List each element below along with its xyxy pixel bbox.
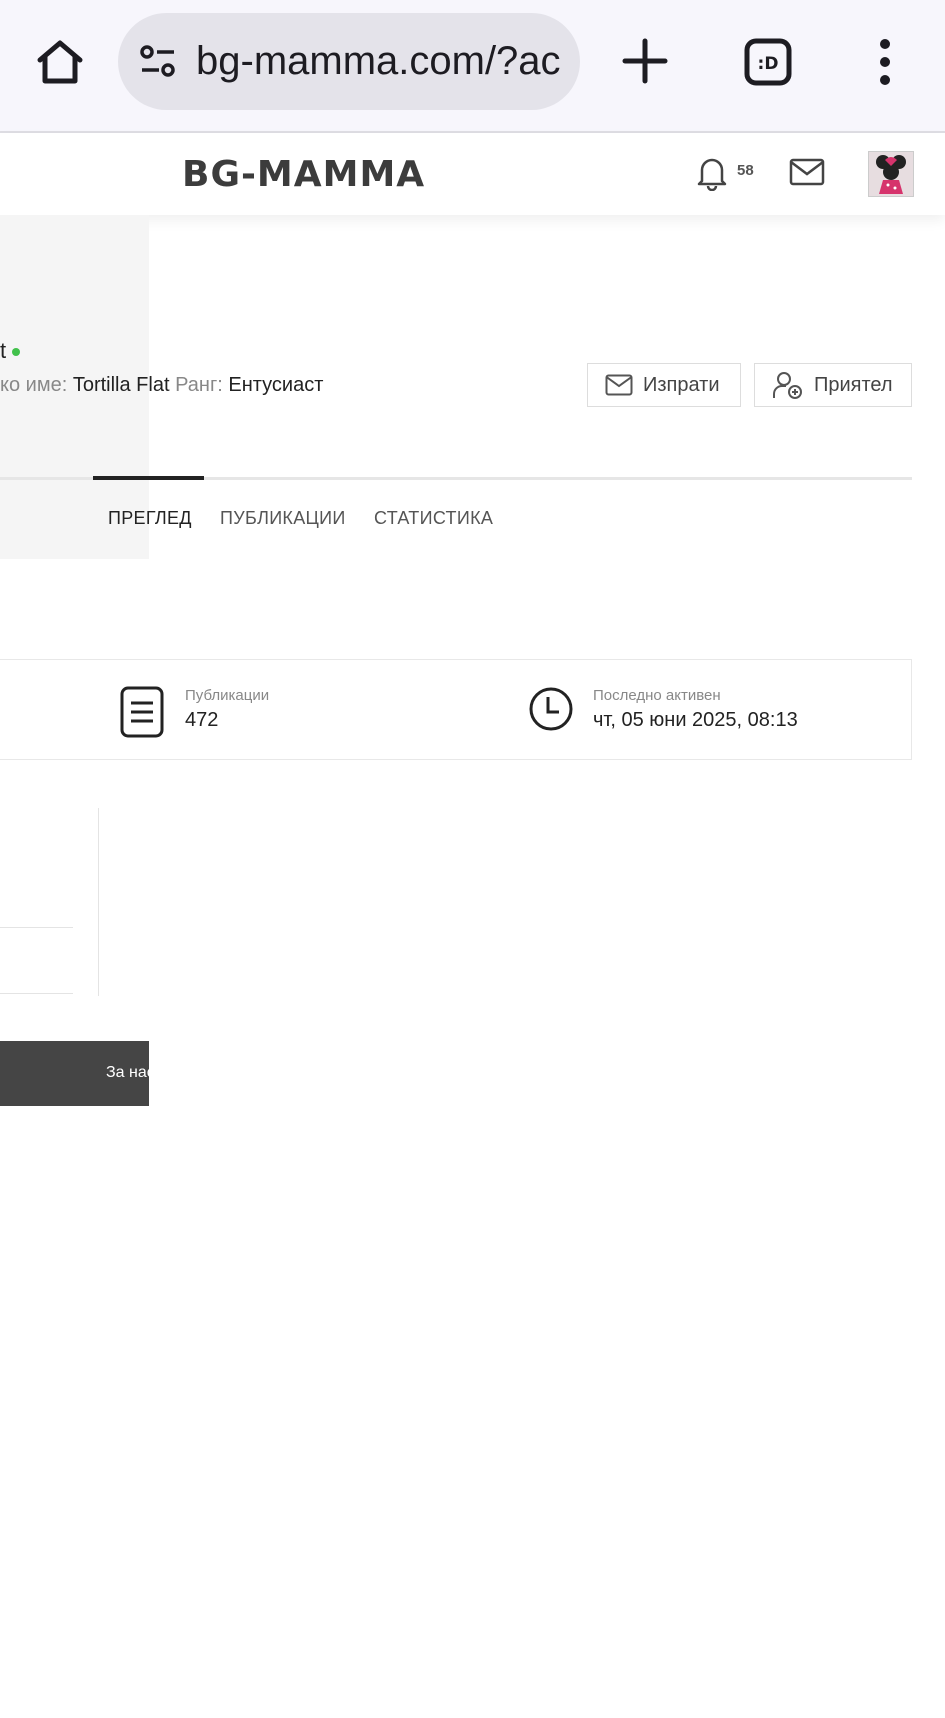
content-divider [98, 808, 99, 996]
tab-overview[interactable]: ПРЕГЛЕД [108, 508, 192, 529]
messages-icon[interactable] [789, 158, 825, 186]
more-menu-icon[interactable] [870, 38, 900, 86]
svg-text::D: :D [758, 54, 779, 74]
tab-publications[interactable]: ПУБЛИКАЦИИ [220, 508, 346, 529]
url-text[interactable]: bg-mamma.com/?ac [196, 13, 568, 110]
new-tab-icon[interactable] [620, 36, 670, 86]
site-settings-icon[interactable] [138, 43, 178, 83]
username-label: ко име: [0, 374, 68, 396]
notifications-bell-icon[interactable] [694, 153, 730, 191]
active-tab-indicator [93, 476, 204, 480]
tab-statistics[interactable]: СТАТИСТИКА [374, 508, 493, 529]
site-footer: За нас [0, 1041, 149, 1106]
list-divider [0, 927, 73, 928]
posts-label: Публикации [185, 687, 270, 704]
list-divider [0, 993, 73, 994]
footer-about-link[interactable]: За нас [106, 1064, 149, 1082]
notifications-count: 58 [737, 162, 754, 179]
address-bar[interactable]: bg-mamma.com/?ac [118, 13, 580, 110]
online-status-dot [12, 348, 20, 356]
envelope-icon [605, 374, 633, 396]
rank-value: Ентусиаст [228, 374, 324, 396]
site-logo[interactable]: BG-MAMMA [182, 154, 425, 195]
last-active-value: чт, 05 юни 2025, 08:13 [593, 709, 798, 731]
friend-button-label: Приятел [814, 373, 893, 396]
send-message-button[interactable]: Изпрати [587, 363, 741, 407]
add-friend-button[interactable]: Приятел [754, 363, 912, 407]
last-active-label: Последно активен [593, 687, 721, 704]
add-friend-icon [773, 372, 802, 399]
user-avatar[interactable] [868, 151, 914, 197]
clock-icon [529, 687, 573, 731]
username-value: Tortilla Flat [72, 374, 170, 396]
home-icon[interactable] [34, 38, 86, 86]
posts-count: 472 [185, 709, 219, 731]
send-button-label: Изпрати [643, 373, 720, 396]
profile-meta: ко име: Tortilla Flat Ранг: Ентусиаст [0, 374, 323, 397]
profile-name: t [0, 338, 7, 363]
browser-toolbar: bg-mamma.com/?ac :D [0, 0, 945, 133]
tab-switcher-icon[interactable]: :D [744, 38, 792, 86]
rank-label: Ранг: [175, 374, 223, 396]
document-icon [120, 686, 164, 738]
